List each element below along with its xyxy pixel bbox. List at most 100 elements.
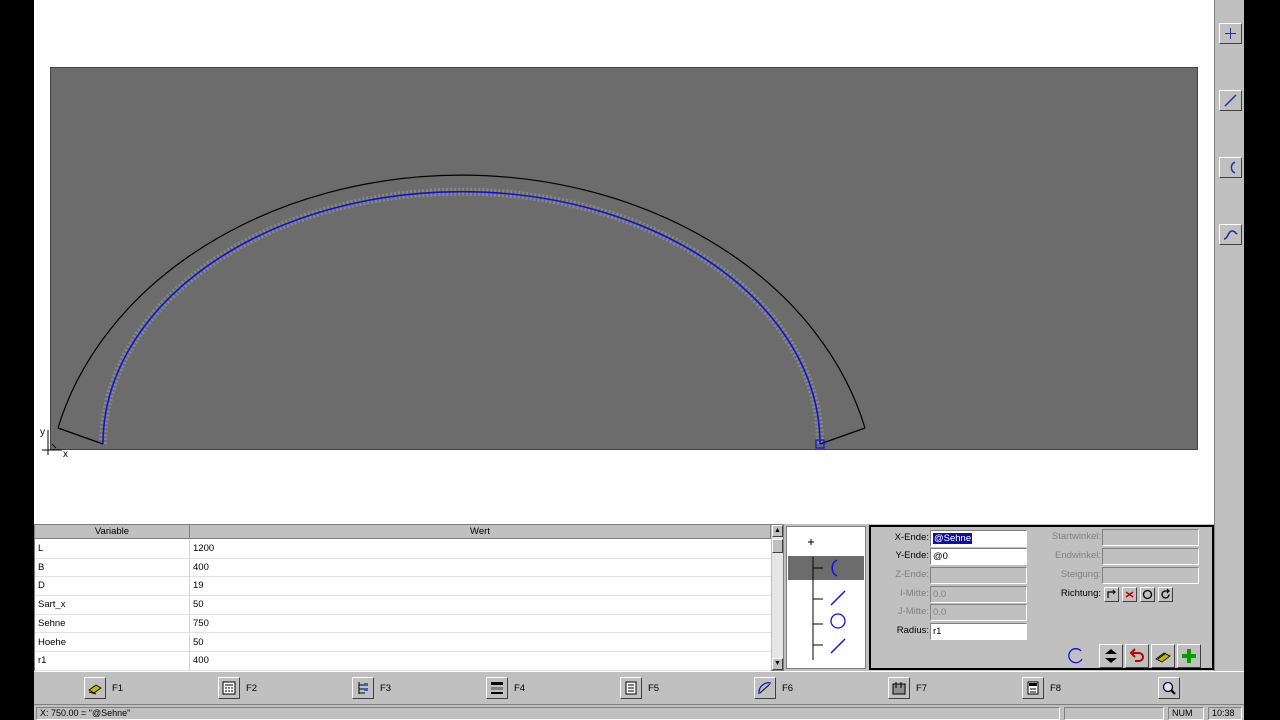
table-row[interactable]: Sart_x 50 xyxy=(35,596,771,615)
scroll-up-icon[interactable]: ▲ xyxy=(772,525,783,537)
status-message: X: 750.00 = "@Sehne" xyxy=(36,707,1060,720)
step-up-down-button[interactable] xyxy=(1099,644,1123,668)
z-end-input xyxy=(930,567,1027,584)
origin-y-label: y xyxy=(40,427,45,438)
up-down-arrows-icon xyxy=(1105,649,1117,663)
start-angle-input xyxy=(1102,529,1199,546)
rotate-right-icon xyxy=(1161,588,1170,599)
table-row[interactable]: r1 400 xyxy=(35,652,771,671)
direction-auto-button[interactable] xyxy=(1140,587,1155,602)
tree-graphic xyxy=(788,539,864,660)
column-header-variable[interactable]: Variable xyxy=(35,525,190,539)
undo-button[interactable] xyxy=(1125,644,1149,668)
table-row[interactable]: Sehne 750 xyxy=(35,614,771,634)
point-tool-button[interactable] xyxy=(1219,23,1242,44)
direction-ccw-button[interactable] xyxy=(1122,587,1137,602)
right-toolbar xyxy=(1214,0,1244,705)
line-element-icon-2 xyxy=(830,638,846,654)
x-end-input[interactable]: @Sehne xyxy=(930,530,1027,547)
table-scrollbar[interactable]: ▲ ▼ xyxy=(771,525,783,670)
arc-parameter-panel: X-Ende: @Sehne Y-Ende: @0 Z-Ende: I-Mitt… xyxy=(869,525,1214,670)
scroll-down-icon[interactable]: ▼ xyxy=(772,658,783,670)
i-center-input: 0.0 xyxy=(930,586,1027,603)
direction-cw-button[interactable] xyxy=(1104,587,1119,602)
book-icon xyxy=(84,677,106,699)
function-key-label: F1 xyxy=(112,682,124,694)
direction-reverse-button[interactable] xyxy=(1158,587,1173,602)
function-key-label: F5 xyxy=(648,682,660,694)
variable-value-cell[interactable]: 50 xyxy=(190,634,770,652)
variable-value-cell[interactable]: 400 xyxy=(190,559,770,577)
j-center-label: J-Mitte: xyxy=(897,606,929,617)
arrow-ccw-icon xyxy=(1125,591,1134,598)
column-header-value[interactable]: Wert xyxy=(190,525,771,539)
zoom-button[interactable] xyxy=(1158,677,1180,699)
function-key-label: F8 xyxy=(1050,682,1062,694)
pitch-label: Steigung: xyxy=(1060,569,1101,580)
function-key-label: F6 xyxy=(782,682,794,694)
function-key-label: F2 xyxy=(246,682,258,694)
j-center-input: 0.0 xyxy=(930,604,1027,621)
x-end-value: @Sehne xyxy=(933,533,973,544)
nc-file-icon xyxy=(1022,677,1044,699)
table-row[interactable]: L 1200 xyxy=(35,540,771,559)
spline-tool-button[interactable] xyxy=(1219,224,1242,245)
line-tool-button[interactable] xyxy=(1219,90,1242,111)
variable-value-cell[interactable]: 750 xyxy=(190,615,770,633)
plus-icon xyxy=(808,539,814,545)
help-book-button[interactable] xyxy=(1151,644,1175,668)
function-key-label: F3 xyxy=(380,682,392,694)
variable-table: Variable Wert L 1200 B 400 D 19 Sart_x 5… xyxy=(34,524,784,671)
origin-x-label: x xyxy=(63,449,68,460)
clock: 10:38 xyxy=(1208,707,1242,720)
y-end-label: Y-Ende: xyxy=(895,550,929,561)
arc-tool-button[interactable] xyxy=(1219,157,1242,178)
arrow-cw-icon xyxy=(1107,589,1116,598)
function-key-f4[interactable]: F4 xyxy=(486,677,525,699)
status-panel-empty xyxy=(1064,707,1164,720)
status-bar: X: 750.00 = "@Sehne" NUM 10:38 xyxy=(34,704,1244,720)
start-angle-label: Startwinkel: xyxy=(1051,531,1101,542)
undo-icon xyxy=(1129,648,1144,662)
variable-value-cell[interactable]: 19 xyxy=(190,577,770,595)
i-center-label: I-Mitte: xyxy=(899,588,929,599)
table-row[interactable]: Hoehe 50 xyxy=(35,633,771,653)
arc-icon xyxy=(1230,161,1236,174)
scroll-thumb[interactable] xyxy=(772,539,783,553)
plus-green-icon xyxy=(1182,649,1196,663)
variable-name-cell: B xyxy=(35,558,190,577)
function-key-label: F7 xyxy=(916,682,928,694)
radius-input[interactable]: r1 xyxy=(930,623,1027,640)
function-key-f8[interactable]: F8 xyxy=(1022,677,1061,699)
variable-value-cell[interactable]: 50 xyxy=(190,596,770,614)
line-icon xyxy=(1224,94,1237,107)
function-key-f6[interactable]: F6 xyxy=(754,677,793,699)
variable-name-cell: r1 xyxy=(35,652,190,671)
add-element-button[interactable] xyxy=(1177,644,1201,668)
y-end-input[interactable]: @0 xyxy=(930,548,1027,565)
function-key-f3[interactable]: F3 xyxy=(352,677,391,699)
workpiece-area[interactable] xyxy=(50,67,1198,450)
magnifier-icon xyxy=(1158,677,1180,699)
function-key-f2[interactable]: F2 xyxy=(218,677,257,699)
variable-name-cell: Sehne xyxy=(35,614,190,633)
variable-table-header: Variable Wert xyxy=(35,525,771,539)
function-key-f5[interactable]: F5 xyxy=(620,677,659,699)
variable-name-cell: Hoehe xyxy=(35,633,190,652)
x-end-label: X-Ende: xyxy=(894,532,929,543)
variable-name-cell: Sart_x xyxy=(35,596,190,615)
rotate-left-icon xyxy=(1142,589,1153,600)
book-pencil-icon xyxy=(1155,652,1171,663)
table-row[interactable]: B 400 xyxy=(35,558,771,578)
function-key-f1[interactable]: F1 xyxy=(84,677,123,699)
table-row[interactable]: D 19 xyxy=(35,577,771,597)
tool-path-icon xyxy=(754,677,776,699)
function-key-bar: F1 F2 F3 F4 F5 F6 F7 F8 xyxy=(34,671,1244,704)
function-key-f7[interactable]: F7 xyxy=(888,677,927,699)
function-key-label: F4 xyxy=(514,682,526,694)
variable-value-cell[interactable]: 1200 xyxy=(190,540,770,558)
pitch-input xyxy=(1102,567,1199,584)
spline-icon xyxy=(1223,230,1238,240)
end-angle-input xyxy=(1102,548,1199,565)
variable-value-cell[interactable]: 400 xyxy=(190,652,770,670)
